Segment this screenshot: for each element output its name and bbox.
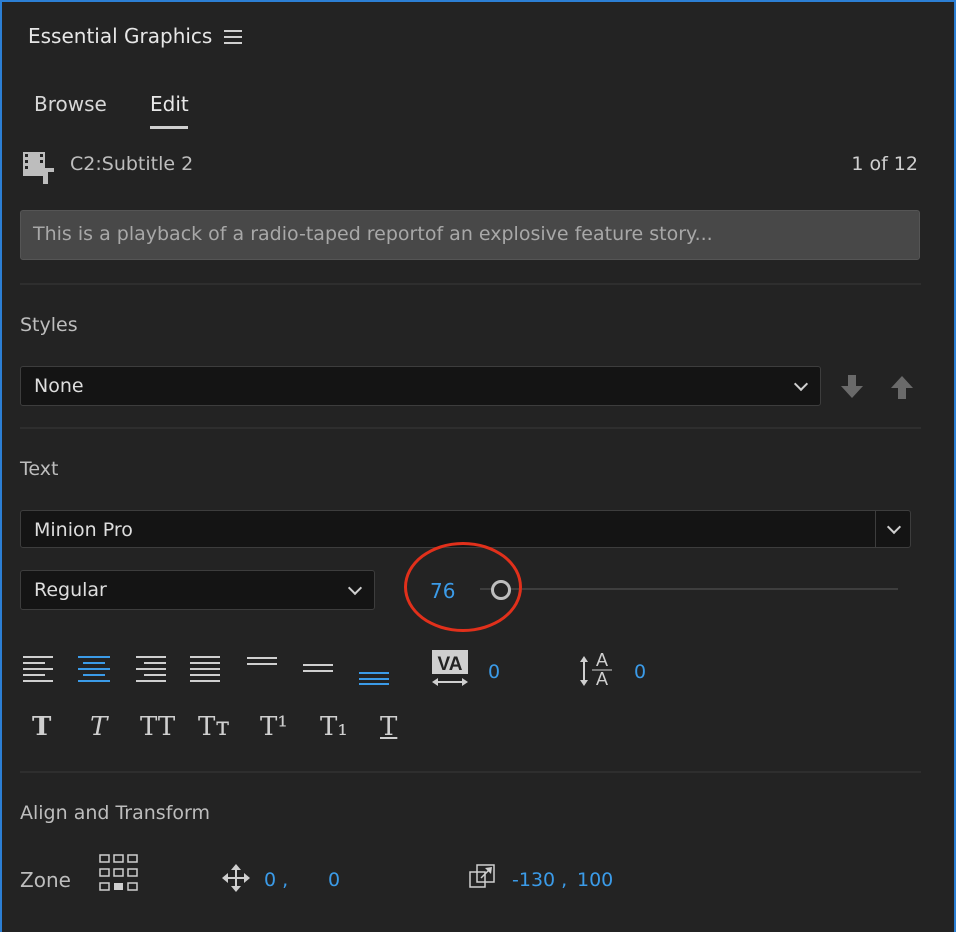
chevron-down-icon [886, 519, 902, 535]
font-size-slider-track[interactable] [480, 588, 898, 590]
font-family-dropdown-button[interactable] [875, 510, 911, 548]
divider [20, 771, 921, 773]
svg-text:A: A [596, 669, 608, 688]
clip-name: C2:Subtitle 2 [70, 153, 194, 175]
divider [20, 427, 921, 429]
essential-graphics-panel: Essential Graphics Browse Edit C2:Subtit… [0, 0, 956, 932]
faux-bold-icon[interactable]: T [32, 712, 51, 742]
tab-browse[interactable]: Browse [34, 92, 107, 116]
subscript-icon[interactable]: T₁ [320, 712, 348, 742]
faux-italic-icon[interactable]: T [90, 712, 107, 742]
kerning-value[interactable]: 0 [488, 661, 500, 683]
align-right-icon[interactable] [134, 654, 166, 688]
underline-icon[interactable]: T [380, 712, 397, 742]
align-top-icon[interactable] [247, 654, 277, 688]
justify-icon[interactable] [190, 654, 222, 688]
arrow-down-icon[interactable] [840, 374, 864, 400]
align-center-icon[interactable] [78, 654, 110, 688]
active-tab-indicator [150, 126, 188, 129]
font-family-value: Minion Pro [34, 519, 133, 541]
superscript-icon[interactable]: T¹ [260, 712, 288, 742]
zone-grid-icon[interactable] [99, 854, 139, 898]
arrow-up-icon[interactable] [890, 374, 914, 400]
position-x-value[interactable]: 0 , [264, 869, 288, 891]
font-style-value: Regular [34, 579, 107, 601]
align-bottom-icon[interactable] [359, 654, 389, 690]
scale-icon[interactable] [469, 862, 497, 894]
kerning-icon: VA [430, 650, 470, 692]
align-transform-label: Align and Transform [20, 802, 210, 824]
svg-text:A: A [596, 650, 608, 670]
leading-icon: A A [578, 648, 618, 692]
panel-title: Essential Graphics [28, 24, 213, 48]
small-caps-icon[interactable]: Tт [198, 712, 230, 742]
divider [20, 283, 921, 285]
position-y-value[interactable]: 0 [328, 869, 340, 891]
hamburger-menu-icon[interactable] [224, 30, 242, 44]
text-label: Text [20, 458, 59, 480]
zone-label: Zone [20, 868, 71, 892]
styles-label: Styles [20, 314, 78, 336]
align-middle-icon[interactable] [303, 654, 333, 688]
caption-clip-icon [21, 150, 57, 190]
chevron-down-icon [347, 580, 363, 596]
tab-edit[interactable]: Edit [150, 92, 189, 116]
chevron-down-icon [793, 376, 809, 392]
caption-counter: 1 of 12 [851, 153, 918, 175]
styles-selected: None [34, 375, 84, 397]
all-caps-icon[interactable]: TT [140, 712, 175, 742]
leading-value[interactable]: 0 [634, 661, 646, 683]
move-icon[interactable] [222, 864, 250, 896]
svg-text:VA: VA [438, 654, 463, 675]
caption-text-field[interactable]: This is a playback of a radio-taped repo… [20, 210, 920, 260]
scale-x-value[interactable]: -130 , [512, 869, 567, 891]
highlight-circle [404, 542, 522, 632]
font-style-dropdown[interactable]: Regular [20, 570, 375, 610]
styles-dropdown[interactable]: None [20, 366, 821, 406]
scale-y-value[interactable]: 100 [577, 869, 613, 891]
align-left-icon[interactable] [23, 654, 55, 688]
